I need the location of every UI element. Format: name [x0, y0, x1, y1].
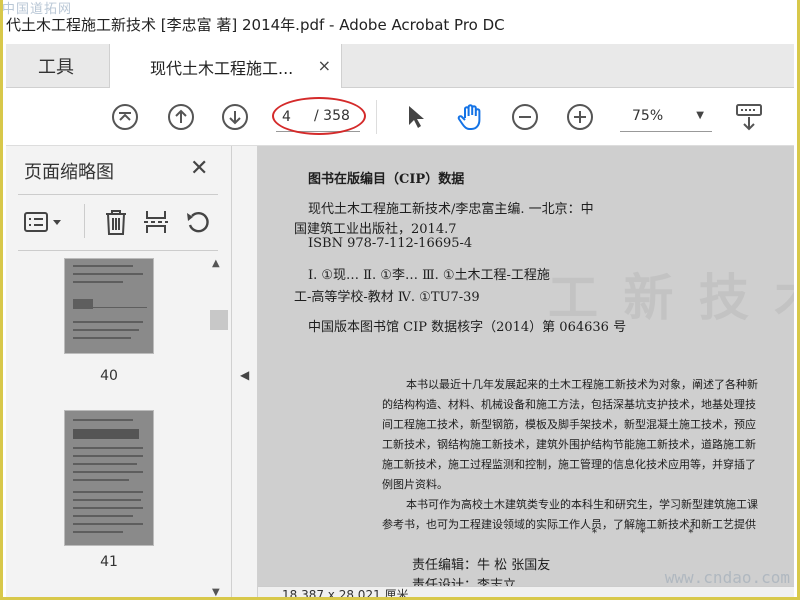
- window-frame: [0, 0, 800, 600]
